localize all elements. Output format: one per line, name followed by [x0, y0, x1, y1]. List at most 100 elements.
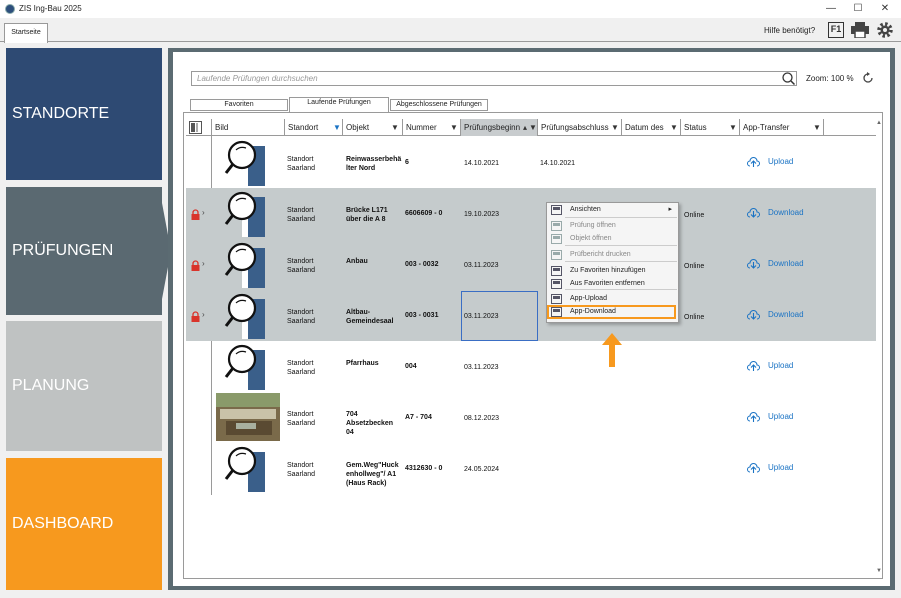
- ctx-pruefbericht-drucken: Prüfbericht drucken: [547, 248, 678, 261]
- ctx-ansichten[interactable]: Ansichten ▸: [547, 203, 678, 216]
- col-header-status[interactable]: Status ▼: [681, 119, 740, 136]
- help-f1-icon[interactable]: F1: [828, 22, 844, 38]
- upload-link[interactable]: Upload: [768, 463, 793, 472]
- ctx-item-label: Aus Favoriten entfernen: [570, 280, 645, 287]
- cell-nummer: 4312630 - 0: [405, 465, 443, 472]
- zoom-label: Zoom: 100 %: [806, 74, 854, 83]
- cloud-upload-icon[interactable]: [747, 157, 760, 168]
- col-header-pruefungsbeginn[interactable]: Prüfungsbeginn ▴ ▼: [461, 119, 538, 136]
- cell-status: Online: [684, 263, 705, 270]
- scroll-up-arrow[interactable]: ▲: [876, 120, 882, 126]
- upload-link[interactable]: Upload: [768, 361, 793, 370]
- cell-nummer: 6606609 - 0: [405, 210, 443, 217]
- cell-nummer: 003 - 0032: [405, 261, 439, 268]
- cell-objekt: Altbau-Gemeindesaal: [346, 309, 394, 325]
- tab-abgeschlossene-pruefungen[interactable]: Abgeschlossene Prüfungen: [390, 99, 488, 111]
- download-link[interactable]: Download: [768, 259, 804, 268]
- ctx-separator: [565, 261, 677, 262]
- cell-objekt: Anbau: [346, 258, 368, 265]
- lock-icon: [190, 209, 201, 220]
- filter-icon[interactable]: ▼: [529, 119, 537, 136]
- row-thumbnail-icon: [224, 138, 269, 186]
- nav-planung[interactable]: PLANUNG: [6, 321, 162, 451]
- col-header-label: Datum des: [625, 123, 664, 132]
- tab-favoriten[interactable]: Favoriten: [190, 99, 288, 111]
- cloud-download-icon[interactable]: [747, 310, 760, 321]
- download-link[interactable]: Download: [768, 208, 804, 217]
- col-header-bild[interactable]: Bild: [212, 119, 285, 136]
- nav-pruefungen[interactable]: PRÜFUNGEN: [6, 187, 162, 315]
- cell-standort: Standort Saarland: [287, 207, 316, 223]
- ctx-favoriten-hinzufuegen[interactable]: Zu Favoriten hinzufügen: [547, 264, 678, 277]
- cloud-upload-icon[interactable]: [747, 361, 760, 372]
- cell-objekt: Reinwasserbehä lter Nord: [346, 156, 402, 172]
- col-header-label: Prüfungsabschluss: [541, 123, 609, 132]
- maximize-button[interactable]: ☐: [845, 1, 871, 17]
- sort-asc-icon: ▴: [523, 123, 528, 132]
- ctx-favoriten-entfernen[interactable]: Aus Favoriten entfernen: [547, 277, 678, 290]
- filter-icon[interactable]: ▼: [391, 119, 399, 136]
- col-header-label: Nummer: [406, 123, 437, 132]
- upload-link[interactable]: Upload: [768, 412, 793, 421]
- col-header-nummer[interactable]: Nummer ▼: [403, 119, 461, 136]
- close-button[interactable]: ✕: [872, 1, 898, 17]
- cell-status: Online: [684, 212, 705, 219]
- expand-chevron-icon[interactable]: ›: [202, 259, 205, 268]
- filter-icon[interactable]: ▼: [729, 119, 737, 136]
- cell-standort: Standort Saarland: [287, 360, 316, 376]
- ctx-item-label: Zu Favoriten hinzufügen: [570, 267, 646, 274]
- cell-objekt: Pfarrhaus: [346, 360, 379, 367]
- tab-startseite[interactable]: Startseite: [4, 23, 48, 43]
- col-header-datum[interactable]: Datum des ▼: [622, 119, 681, 136]
- cell-status: Online: [684, 314, 705, 321]
- row-photo: [216, 393, 280, 441]
- cloud-upload-icon[interactable]: [747, 463, 760, 474]
- cell-standort: Standort Saarland: [287, 309, 316, 325]
- cell-pruefungsbeginn: 03.11.2023: [464, 364, 499, 371]
- col-header-standort[interactable]: Standort ▼: [285, 119, 343, 136]
- search-icon[interactable]: [781, 71, 796, 86]
- filter-icon[interactable]: ▼: [450, 119, 458, 136]
- search-input[interactable]: Laufende Prüfungen durchsuchen: [191, 71, 797, 86]
- scroll-down-arrow[interactable]: ▼: [876, 568, 882, 574]
- cell-objekt: Brücke L171 über die A 8: [346, 207, 388, 223]
- objekt-open-icon: [551, 234, 562, 244]
- printer-icon[interactable]: [851, 22, 869, 38]
- cell-objekt: Gem.Weg"Huck enhollweg"/ A1 (Haus Rack): [346, 462, 399, 487]
- filter-icon[interactable]: ▼: [611, 119, 619, 136]
- ctx-app-upload[interactable]: App-Upload: [547, 292, 678, 305]
- pruefung-open-icon: [551, 221, 562, 231]
- cell-nummer: 6: [405, 159, 409, 166]
- cloud-upload-icon[interactable]: [747, 412, 760, 423]
- help-label: Hilfe benötigt?: [764, 26, 816, 35]
- upload-link[interactable]: Upload: [768, 157, 793, 166]
- refresh-icon[interactable]: [862, 72, 874, 84]
- focused-cell: [461, 291, 538, 341]
- cell-standort: Standort Saarland: [287, 258, 316, 274]
- ctx-separator: [565, 245, 677, 246]
- gear-icon[interactable]: [876, 21, 894, 39]
- cell-pruefungsbeginn: 03.11.2023: [464, 262, 499, 269]
- filter-active-icon[interactable]: ▼: [333, 119, 341, 136]
- ctx-objekt-oeffnen: Objekt öffnen: [547, 232, 678, 245]
- nav-dashboard[interactable]: DASHBOARD: [6, 458, 162, 590]
- col-header-label: Standort: [288, 123, 319, 132]
- tab-laufende-pruefungen[interactable]: Laufende Prüfungen: [289, 97, 389, 112]
- col-header-app-transfer[interactable]: App-Transfer ▼: [740, 119, 824, 136]
- row-thumbnail-icon: [224, 240, 269, 288]
- expand-chevron-icon[interactable]: ›: [202, 208, 205, 217]
- nav-standorte[interactable]: STANDORTE: [6, 48, 162, 180]
- expand-chevron-icon[interactable]: ›: [202, 310, 205, 319]
- column-chooser-icon[interactable]: [189, 121, 202, 134]
- favorite-remove-icon: [551, 279, 562, 289]
- col-header-objekt[interactable]: Objekt ▼: [343, 119, 403, 136]
- col-header-pruefungsabschluss[interactable]: Prüfungsabschluss ▼: [538, 119, 622, 136]
- filter-icon[interactable]: ▼: [670, 119, 678, 136]
- cell-standort: Standort Saarland: [287, 156, 316, 172]
- print-icon: [551, 250, 562, 260]
- download-link[interactable]: Download: [768, 310, 804, 319]
- filter-icon[interactable]: ▼: [813, 119, 821, 136]
- minimize-button[interactable]: —: [818, 1, 844, 17]
- cloud-download-icon[interactable]: [747, 208, 760, 219]
- cloud-download-icon[interactable]: [747, 259, 760, 270]
